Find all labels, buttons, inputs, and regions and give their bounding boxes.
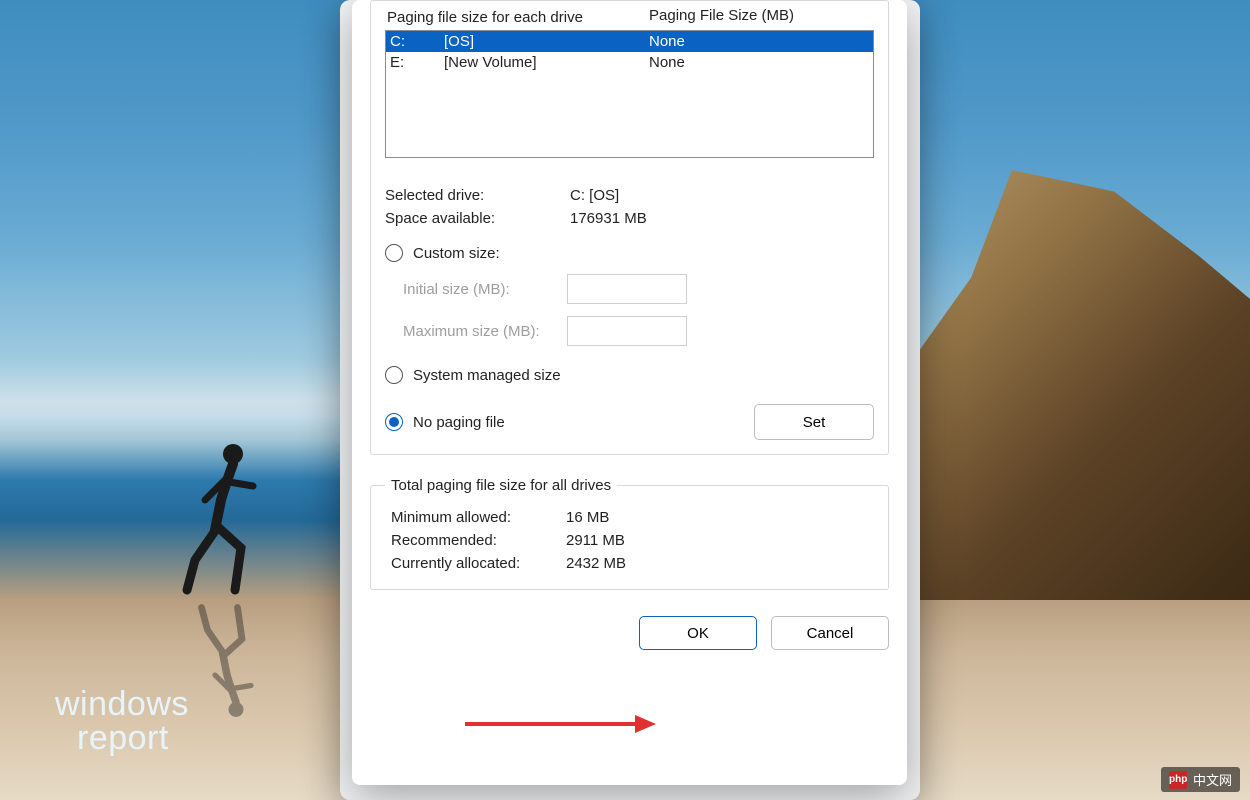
windows-report-watermark: windows report [55, 687, 189, 755]
desktop-background: windows report php 中文网 Paging file size … [0, 0, 1250, 800]
initial-size-input[interactable] [567, 274, 687, 304]
dialog-button-row: OK Cancel [370, 616, 889, 650]
selected-drive-value: C: [OS] [570, 187, 619, 204]
drive-letter: C: [390, 33, 444, 50]
min-allowed-label: Minimum allowed: [391, 509, 566, 526]
space-available-label: Space available: [385, 210, 570, 227]
radio-system-managed[interactable] [385, 366, 403, 384]
runner-reflection [185, 600, 275, 720]
drive-row-c[interactable]: C: [OS] None [386, 31, 873, 52]
radio-custom-size[interactable] [385, 244, 403, 262]
system-managed-radio-row[interactable]: System managed size [385, 366, 874, 384]
cliff-graphic [910, 170, 1250, 600]
initial-size-label: Initial size (MB): [403, 281, 553, 298]
selected-drive-info: Selected drive: C: [OS] Space available:… [385, 184, 874, 230]
radio-custom-label: Custom size: [413, 245, 500, 262]
space-available-value: 176931 MB [570, 210, 647, 227]
cancel-button[interactable]: Cancel [771, 616, 889, 650]
radio-none-label: No paging file [413, 414, 505, 431]
current-label: Currently allocated: [391, 555, 566, 572]
recommended-value: 2911 MB [566, 532, 625, 549]
total-paging-group: Total paging file size for all drives Mi… [370, 477, 889, 590]
php-text: 中文网 [1193, 770, 1232, 789]
min-allowed-value: 16 MB [566, 509, 609, 526]
drive-letter: E: [390, 54, 444, 71]
drive-list[interactable]: C: [OS] None E: [New Volume] None [385, 30, 874, 158]
drive-size: None [649, 33, 869, 50]
drive-row-e[interactable]: E: [New Volume] None [386, 52, 873, 73]
selected-drive-label: Selected drive: [385, 187, 570, 204]
recommended-label: Recommended: [391, 532, 566, 549]
paging-file-per-drive-group: Paging file size for each drive Drive [V… [370, 0, 889, 455]
set-button[interactable]: Set [754, 404, 874, 440]
current-value: 2432 MB [566, 555, 626, 572]
virtual-memory-dialog: Paging file size for each drive Drive [V… [352, 0, 907, 785]
maximum-size-input[interactable] [567, 316, 687, 346]
radio-system-label: System managed size [413, 367, 561, 384]
php-badge: php [1169, 771, 1187, 789]
header-size: Paging File Size (MB) [649, 7, 870, 24]
maximum-size-label: Maximum size (MB): [403, 323, 553, 340]
drive-label: [New Volume] [444, 54, 649, 71]
ok-button[interactable]: OK [639, 616, 757, 650]
maximum-size-row: Maximum size (MB): [403, 316, 874, 346]
drive-size: None [649, 54, 869, 71]
watermark-line1: windows [55, 687, 189, 721]
custom-size-radio-row[interactable]: Custom size: [385, 244, 874, 262]
runner-graphic [175, 440, 275, 600]
group2-title: Total paging file size for all drives [385, 477, 617, 494]
drive-label: [OS] [444, 33, 649, 50]
no-paging-radio-row[interactable]: No paging file [385, 413, 505, 431]
group1-title: Paging file size for each drive [381, 9, 589, 26]
radio-no-paging[interactable] [385, 413, 403, 431]
php-watermark: php 中文网 [1161, 767, 1240, 792]
initial-size-row: Initial size (MB): [403, 274, 874, 304]
watermark-line2: report [77, 721, 189, 755]
